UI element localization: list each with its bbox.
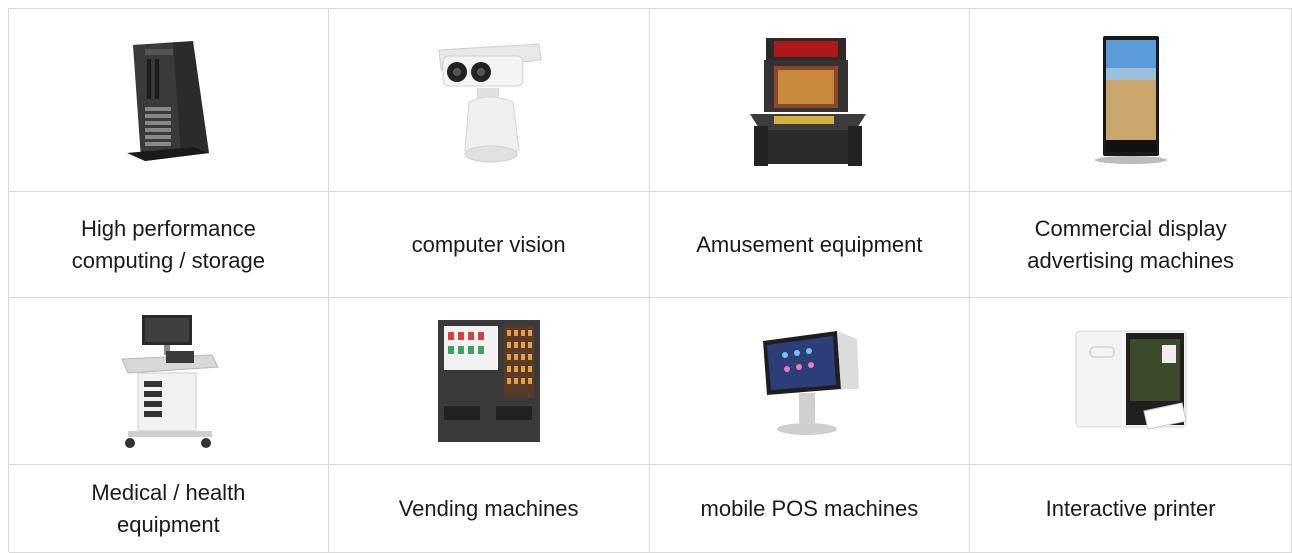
product-label-cell: Vending machines [328, 465, 650, 553]
photo-printer-icon [1075, 330, 1187, 430]
product-label: Interactive printer [1045, 495, 1216, 521]
image-row-1 [9, 9, 1292, 192]
product-image-cell [970, 298, 1292, 465]
product-label-cell: Medical / health equipment [9, 465, 329, 553]
product-label: Vending machines [398, 495, 579, 521]
product-label: mobile POS machines [700, 495, 919, 521]
server-tower-icon [127, 41, 210, 161]
product-image-cell [649, 298, 971, 465]
product-label-cell: High performance computing / storage [9, 192, 329, 298]
product-label: Amusement equipment [696, 231, 923, 257]
product-image-cell [328, 9, 650, 192]
product-label: computer vision [411, 231, 566, 257]
ptz-camera-icon [438, 43, 542, 163]
digital-signage-icon [1094, 36, 1167, 164]
product-label-cell: Interactive printer [970, 465, 1292, 553]
product-label: Commercial display advertising machines [1027, 215, 1234, 273]
product-label: Medical / health equipment [91, 479, 246, 537]
vending-machine-icon [437, 320, 540, 442]
product-label-cell: mobile POS machines [649, 465, 971, 553]
pos-terminal-icon [763, 331, 860, 435]
product-category-grid: High performance computing / storage com… [8, 8, 1292, 553]
arcade-cabinet-icon [750, 38, 867, 166]
product-image-cell [970, 9, 1292, 192]
product-label-cell: computer vision [328, 192, 650, 298]
product-label: High performance computing / storage [71, 215, 265, 273]
label-row-2: Medical / health equipment Vending machi… [9, 465, 1292, 553]
product-image-cell [328, 298, 650, 465]
product-image-cell [649, 9, 971, 192]
ultrasound-machine-icon [121, 315, 220, 448]
label-row-1: High performance computing / storage com… [9, 192, 1292, 298]
product-image-cell [9, 9, 329, 192]
image-row-2 [9, 298, 1292, 465]
product-label-cell: Commercial display advertising machines [970, 192, 1292, 298]
product-label-cell: Amusement equipment [649, 192, 971, 298]
product-image-cell [9, 298, 329, 465]
